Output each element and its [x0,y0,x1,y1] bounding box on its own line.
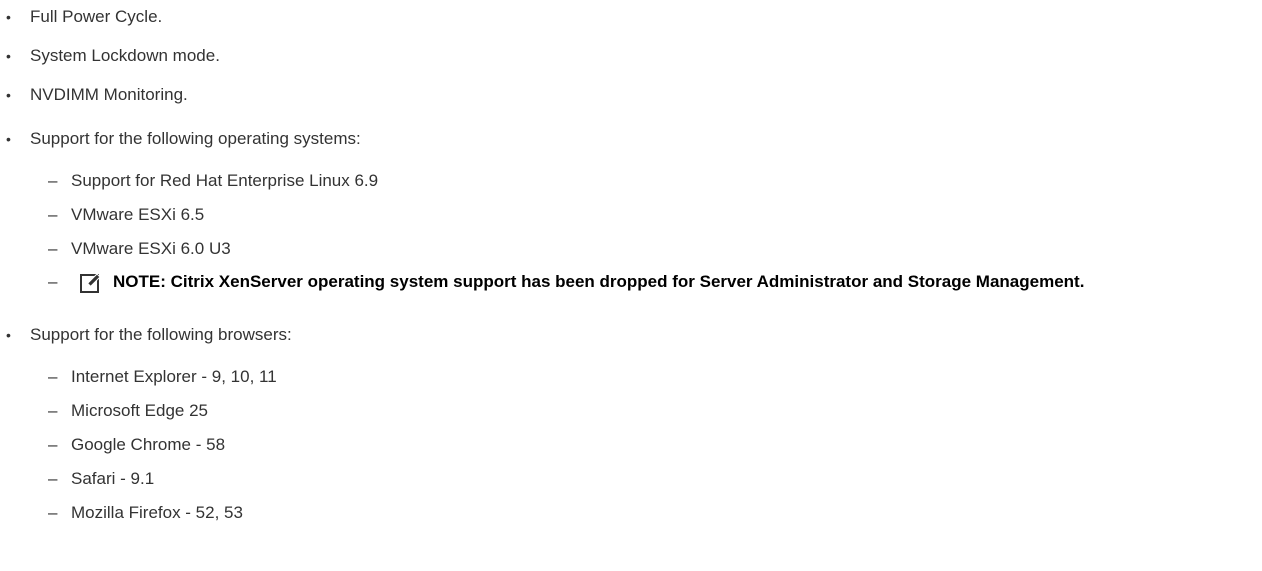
dash-marker: – [48,272,58,291]
dash-marker: – [48,367,58,386]
pencil-note-icon [80,273,101,293]
list-item-text: Support for the following browsers: [30,325,292,344]
dash-marker: – [48,469,58,488]
sub-list-item-text: Google Chrome - 58 [71,435,226,454]
sub-list-item-text: Microsoft Edge 25 [71,401,209,420]
sub-list-item-text: Mozilla Firefox - 52, 53 [71,503,243,522]
sub-list-item-text: Safari - 9.1 [71,469,155,488]
sub-list-item-text: VMware ESXi 6.0 U3 [71,239,231,258]
list-item-text: Full Power Cycle. [30,7,163,26]
list-item-text: Support for the following operating syst… [30,129,361,148]
bullet-marker: • [6,9,11,25]
bullet-marker: • [6,131,11,147]
dash-marker: – [48,401,58,420]
bullet-marker: • [6,48,11,64]
sub-list-item-text: Internet Explorer - 9, 10, 11 [71,367,277,386]
dash-marker: – [48,205,58,224]
sub-list-item-text: VMware ESXi 6.5 [71,205,205,224]
dash-marker: – [48,503,58,522]
bullet-marker: • [6,87,11,103]
bullet-marker: • [6,327,11,343]
sub-list-item-text: Support for Red Hat Enterprise Linux 6.9 [71,171,379,190]
dash-marker: – [48,171,58,190]
list-item-text: NVDIMM Monitoring. [30,85,188,104]
dash-marker: – [48,239,58,258]
note-text: NOTE: Citrix XenServer operating system … [113,272,1085,291]
list-item-text: System Lockdown mode. [30,46,220,65]
dash-marker: – [48,435,58,454]
